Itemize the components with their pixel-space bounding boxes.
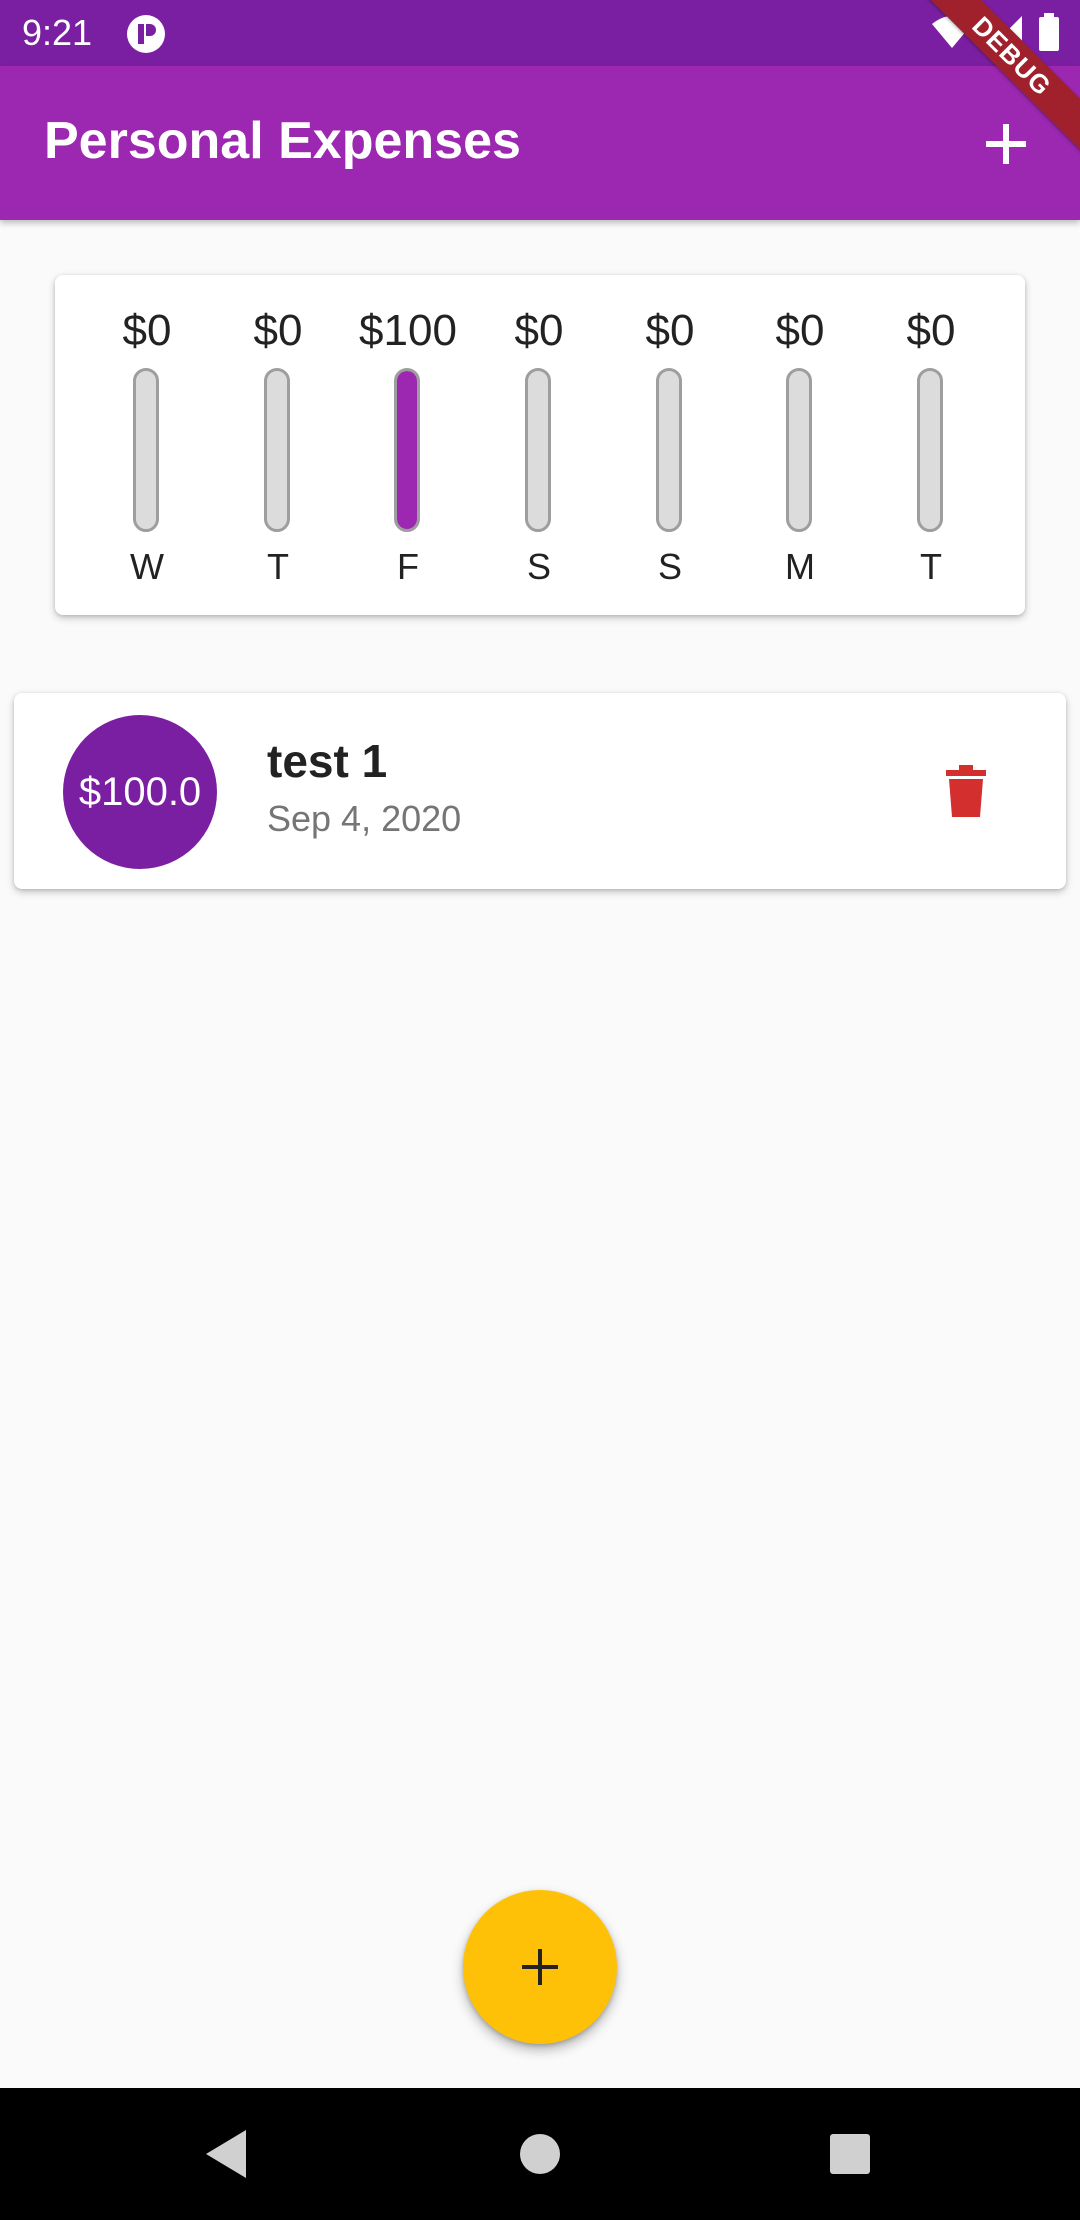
chart-bar-track [656,368,682,532]
delete-transaction-button[interactable] [928,753,1004,829]
amount-avatar: $100.0 [63,715,217,869]
transaction-date: Sep 4, 2020 [267,798,462,839]
status-time: 9:21 [22,12,93,53]
battery-icon [1038,12,1060,56]
status-bar: 9:21 [0,0,1080,66]
app-notification-icon [126,14,166,54]
chart-amount-label: $0 [906,306,956,355]
recents-icon [830,2134,870,2174]
chart-bar-column: $0 T [881,275,981,615]
chart-day-label: S [526,546,551,587]
chart-bar-column: $0 T [228,275,328,615]
chart-bar-column: $100 F [358,275,458,615]
chart-bar-track [525,368,551,532]
system-nav-bar [0,2088,1080,2220]
chart-amount-label: $0 [645,306,695,355]
chart-bar-column: $0 W [97,275,197,615]
trash-icon [946,765,986,817]
chart-bar-track [786,368,812,532]
back-button[interactable] [190,2118,262,2190]
chart-bar-track [264,368,290,532]
weekly-chart: $0 W $0 T $100 F $0 S $0 S $0 M $0 T [55,275,1025,615]
transaction-amount: $100.0 [78,769,202,814]
chart-bar-track [133,368,159,532]
home-icon [520,2134,560,2174]
recents-button[interactable] [814,2118,886,2190]
app-bar: Personal Expenses [0,66,1080,220]
chart-day-label: W [130,546,164,587]
plus-icon [986,124,1026,164]
chart-amount-label: $0 [122,306,172,355]
add-transaction-fab[interactable] [463,1890,617,2044]
chart-bar-fill [397,371,417,529]
transaction-list-item: $100.0 test 1 Sep 4, 2020 [14,693,1066,889]
chart-day-label: M [785,546,815,587]
signal-icon [988,14,1024,55]
transaction-title: test 1 [267,735,388,787]
page-title: Personal Expenses [44,112,521,170]
chart-day-label: S [657,546,682,587]
chart-day-label: F [397,546,419,587]
chart-day-label: T [267,546,289,587]
chart-amount-label: $0 [253,306,303,355]
plus-icon [522,1949,558,1985]
add-transaction-button[interactable] [968,106,1044,182]
chart-day-label: T [920,546,942,587]
status-icons [930,12,1060,56]
wifi-icon [930,14,974,55]
chart-bar-track [394,368,420,532]
home-button[interactable] [504,2118,576,2190]
back-icon [206,2130,246,2178]
chart-bar-track [917,368,943,532]
chart-amount-label: $100 [359,306,457,355]
chart-bar-column: $0 S [620,275,720,615]
chart-bar-column: $0 S [489,275,589,615]
chart-bar-column: $0 M [750,275,850,615]
chart-amount-label: $0 [775,306,825,355]
chart-amount-label: $0 [514,306,564,355]
